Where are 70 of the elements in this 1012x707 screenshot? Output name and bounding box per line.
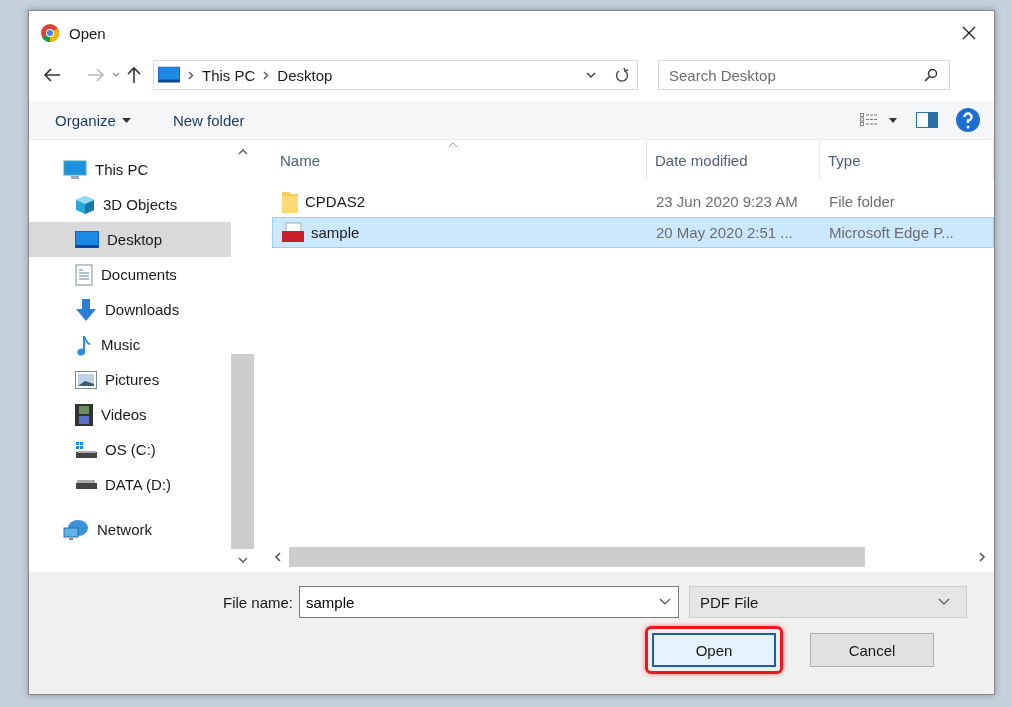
browser-logo-icon: [41, 24, 59, 42]
chevron-down-icon: [938, 598, 950, 606]
dialog-button[interactable]: Open: [652, 633, 776, 667]
caret-icon: [121, 117, 131, 123]
music-note-icon: [75, 333, 93, 356]
breadcrumb[interactable]: Desktop: [277, 66, 333, 84]
dialog-button[interactable]: Cancel: [810, 633, 934, 667]
close-icon[interactable]: [962, 26, 976, 40]
file-type-dropdown[interactable]: PDF File: [689, 586, 967, 618]
sidebar-item[interactable]: Pictures: [29, 362, 231, 397]
column-header[interactable]: Date modified: [647, 140, 820, 180]
help-icon[interactable]: [956, 108, 980, 132]
sidebar-item[interactable]: 3D Objects: [29, 187, 231, 222]
picture-icon: [75, 370, 97, 389]
type-cell-text: File folder: [828, 193, 896, 210]
sidebar-item[interactable]: Network: [29, 512, 231, 547]
sidebar-item[interactable]: OS (C:): [29, 432, 231, 467]
file-name: sample: [311, 224, 360, 241]
drive-icon: [75, 440, 97, 459]
sidebar-item[interactable]: Videos: [29, 397, 231, 432]
back-icon[interactable]: [43, 68, 61, 82]
pdf-file-icon: [281, 221, 305, 244]
chevron-down-icon[interactable]: [585, 71, 597, 79]
file-row[interactable]: CPDAS2 23 Jun 2020 9:23 AM File folder: [272, 186, 994, 217]
chevron-right-icon: [263, 70, 270, 80]
desktop-icon: [75, 230, 99, 249]
date-cell-text: 23 Jun 2020 9:23 AM: [655, 193, 799, 210]
sidebar-item[interactable]: DATA (D:): [29, 467, 231, 502]
sidebar-item[interactable]: This PC: [29, 152, 231, 187]
scroll-left-icon[interactable]: [274, 552, 281, 562]
sidebar-item[interactable]: Music: [29, 327, 231, 362]
scroll-up-icon[interactable]: [237, 148, 248, 155]
sort-up-icon: [448, 142, 458, 148]
refresh-icon[interactable]: [615, 67, 629, 83]
network-icon: [63, 518, 89, 541]
toolbar-button[interactable]: New folder: [166, 107, 251, 133]
drive-icon: [75, 479, 97, 490]
scrollbar-thumb[interactable]: [231, 354, 254, 549]
sidebar-item[interactable]: Desktop: [29, 222, 231, 257]
file-name: CPDAS2: [305, 193, 366, 210]
film-icon: [75, 403, 93, 426]
computer-icon: [158, 66, 180, 84]
sidebar-item[interactable]: Documents: [29, 257, 231, 292]
column-header[interactable]: Type: [820, 140, 994, 180]
breadcrumb[interactable]: This PC: [202, 66, 256, 84]
file-row[interactable]: sample 20 May 2020 2:51 ... Microsoft Edge P...: [272, 217, 994, 248]
scroll-right-icon[interactable]: [979, 552, 986, 562]
chevron-right-icon: [188, 70, 194, 80]
window-title: Open: [69, 24, 107, 42]
up-arrow-icon[interactable]: [127, 66, 141, 84]
sidebar-item[interactable]: Downloads: [29, 292, 231, 327]
address-bar[interactable]: This PC Desktop: [153, 60, 638, 90]
date-cell-text: 20 May 2020 2:51 ...: [655, 224, 794, 241]
type-cell-text: Microsoft Edge P...: [828, 224, 955, 241]
search-icon: [924, 68, 938, 82]
field-label: File name:: [222, 593, 294, 611]
scrollbar-thumb[interactable]: [289, 547, 865, 567]
search-field[interactable]: Search Desktop: [658, 60, 950, 90]
cube-icon: [75, 194, 95, 215]
folder-icon: [281, 189, 299, 214]
preview-pane-icon[interactable]: [916, 112, 938, 128]
toolbar-button[interactable]: Organize: [49, 107, 137, 133]
view-options-icon[interactable]: [860, 113, 898, 127]
column-header[interactable]: Name: [272, 140, 647, 180]
scroll-down-icon[interactable]: [237, 557, 248, 564]
document-icon: [75, 263, 93, 286]
down-arrow-icon: [75, 297, 97, 322]
chevron-down-icon[interactable]: [659, 598, 671, 606]
file-name-field[interactable]: sample: [299, 586, 679, 618]
computer-icon: [63, 159, 87, 180]
